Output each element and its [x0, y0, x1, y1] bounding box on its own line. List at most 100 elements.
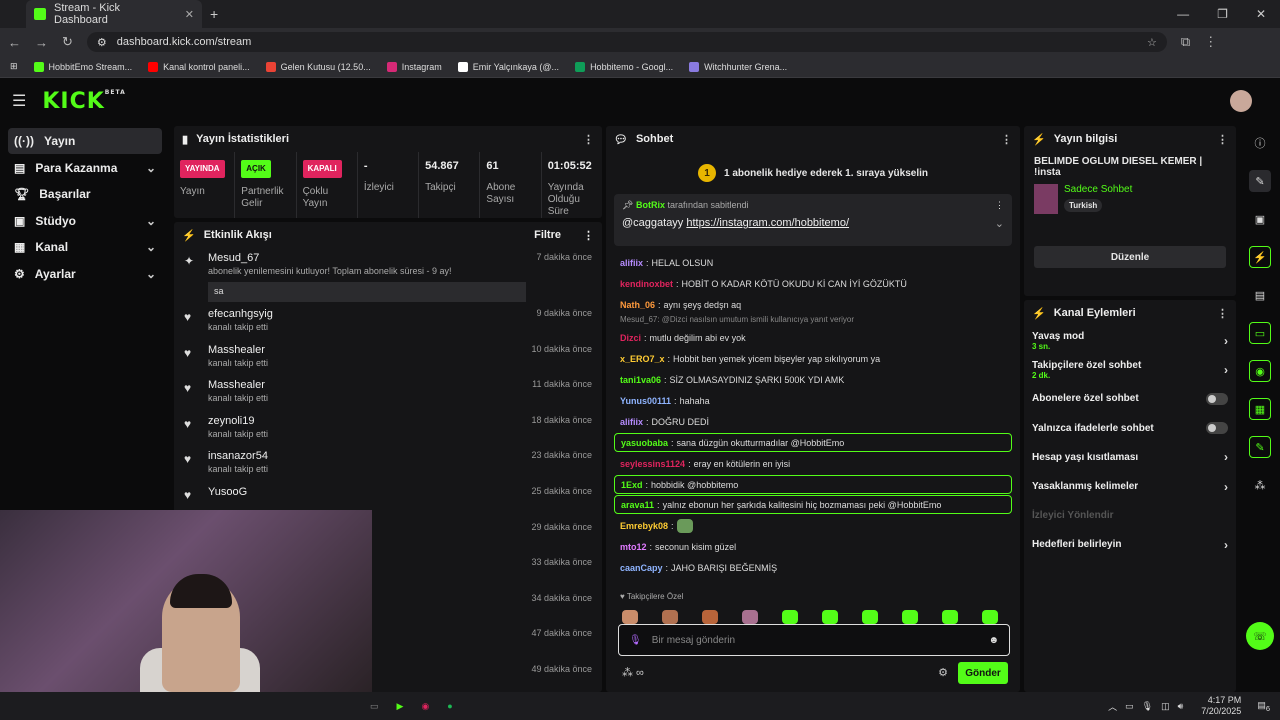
chat-username[interactable]: arava11	[621, 500, 654, 510]
chat-input[interactable]: 🎙︎ Bir mesaj gönderin ☻	[618, 624, 1010, 656]
close-window-icon[interactable]: ✕	[1256, 7, 1266, 21]
document-icon[interactable]: ▤	[1249, 284, 1271, 306]
channel-action-1[interactable]: Takipçilere özel sohbet 2 dk. ›	[1024, 355, 1236, 384]
back-icon[interactable]: ←	[8, 35, 21, 50]
menu-icon[interactable]: ⋮	[1204, 34, 1217, 50]
more-options-icon[interactable]: ⋮	[1001, 133, 1012, 146]
chat-settings-icon[interactable]: ⚙	[938, 666, 948, 679]
sidebar-item-yayin[interactable]: ((·)) Yayın	[8, 128, 162, 154]
pinned-message[interactable]: 📌︎ BotRix tarafından sabitlendi ⋮ @caggat…	[614, 194, 1012, 246]
more-options-icon[interactable]: ⋮	[583, 229, 594, 242]
share-icon[interactable]: ⁂	[1249, 474, 1271, 496]
mic-icon[interactable]: 🎙︎	[1142, 701, 1153, 712]
sidebar-item-studyo[interactable]: ▣ Stüdyo ⌄	[8, 208, 162, 234]
toggle-switch[interactable]	[1206, 392, 1228, 405]
chat-username[interactable]: 1Exd	[621, 480, 643, 490]
bookmark-6[interactable]: Witchhunter Grena...	[689, 61, 787, 72]
channel-action-0[interactable]: Yavaş mod 3 sn. ›	[1024, 326, 1236, 355]
wrench-icon[interactable]: ✎	[1249, 436, 1271, 458]
emote[interactable]	[902, 610, 918, 624]
chat-message[interactable]: Yunus00111: hahaha	[614, 390, 1012, 411]
network-icon[interactable]: ◫	[1161, 701, 1170, 712]
pinned-link[interactable]: https://instagram.com/hobbitemo/	[686, 217, 849, 229]
apps-icon[interactable]: ⊞	[10, 61, 18, 72]
chat-icon[interactable]: ▭	[1249, 322, 1271, 344]
mic-icon[interactable]: 🎙︎	[629, 635, 642, 646]
info-icon[interactable]: ⓘ	[1249, 132, 1271, 154]
sidebar-item-para-kazanma[interactable]: ▤ Para Kazanma ⌄	[8, 155, 162, 181]
battery-icon[interactable]: ▭	[1125, 701, 1134, 712]
emote[interactable]	[862, 610, 878, 624]
forward-icon[interactable]: →	[35, 35, 48, 50]
emote[interactable]	[782, 610, 798, 624]
chat-message[interactable]: alifiix: HELAL OLSUN	[614, 252, 1012, 273]
chat-message[interactable]: yasuobaba: sana düzgün okutturmadılar @Ho…	[614, 433, 1012, 452]
more-options-icon[interactable]: ⋮	[583, 133, 594, 146]
emote[interactable]	[622, 610, 638, 624]
more-options-icon[interactable]: ⋮	[1217, 307, 1228, 320]
channel-action-5[interactable]: Yasaklanmış kelimeler ›	[1024, 472, 1236, 501]
channel-action-3[interactable]: Yalnızca ifadelerle sohbet	[1024, 414, 1236, 443]
tray-chevron-icon[interactable]: ︿	[1108, 700, 1117, 713]
chat-username[interactable]: alifiix	[620, 417, 643, 427]
chat-message[interactable]: Dizci: mutlu değilim abi ev yok	[614, 327, 1012, 348]
chat-message[interactable]: alifiix: DOĞRU DEDİ	[614, 411, 1012, 432]
chat-message[interactable]: tani1va06: SİZ OLMASAYDINIZ ŞARKI 500K YD…	[614, 369, 1012, 390]
layout-icon[interactable]: ▦	[1249, 398, 1271, 420]
chat-username[interactable]: Emrebyk08	[620, 521, 668, 531]
bookmark-0[interactable]: HobbitEmo Stream...	[33, 61, 132, 72]
chat-message[interactable]: Nath_06: aynı şeyş dedşn aq	[614, 294, 1012, 315]
chat-username[interactable]: Nath_06	[620, 300, 655, 310]
pencil-icon[interactable]: ✎	[1249, 170, 1271, 192]
emoji-icon[interactable]: ☻	[988, 635, 999, 646]
chat-message[interactable]: 1Exd: hobbidik @hobbitemo	[614, 475, 1012, 494]
close-tab-icon[interactable]: ✕	[185, 8, 194, 21]
chat-username[interactable]: alifiix	[620, 258, 643, 268]
sidebar-item-kanal[interactable]: ▦ Kanal ⌄	[8, 234, 162, 260]
chat-username[interactable]: tani1va06	[620, 375, 661, 385]
bookmark-3[interactable]: Instagram	[386, 61, 442, 72]
taskbar-app-icon[interactable]: ▭	[370, 701, 379, 712]
chat-message[interactable]: kendinoxbet: HOBİT O KADAR KÖTÜ OKUDU Kİ …	[614, 273, 1012, 294]
extensions-icon[interactable]: ⧉	[1181, 34, 1190, 50]
unpin-icon[interactable]: ⋮	[995, 200, 1004, 211]
gift-sub-banner[interactable]: 11 abonelik hediye ederek 1. sıraya yüks…	[606, 152, 1020, 194]
chat-username[interactable]: kendinoxbet	[620, 279, 673, 289]
chat-username[interactable]: seylessins1124	[620, 459, 685, 469]
more-options-icon[interactable]: ⋮	[1217, 133, 1228, 146]
sidebar-item-ayarlar[interactable]: ⚙ Ayarlar ⌄	[8, 261, 162, 287]
chat-message[interactable]: x_ERO7_x: Hobbit ben yemek yicem bişeyler…	[614, 348, 1012, 369]
kick-logo[interactable]: KICKBETA	[42, 89, 125, 114]
url-input[interactable]: ⚙ dashboard.kick.com/stream ☆	[86, 32, 1167, 52]
bookmark-2[interactable]: Gelen Kutusu (12.50...	[265, 61, 371, 72]
emote[interactable]	[742, 610, 758, 624]
spotify-icon[interactable]: ●	[447, 701, 452, 712]
sidebar-item-basarilar[interactable]: 🏆︎ Başarılar	[8, 181, 162, 207]
chat-username[interactable]: Yunus00111	[620, 396, 671, 406]
bookmark-4[interactable]: Emir Yalçınkaya (@...	[457, 61, 559, 72]
bookmark-star-icon[interactable]: ☆	[1147, 36, 1157, 49]
chat-username[interactable]: Dizci	[620, 333, 641, 343]
volume-icon[interactable]: 🔊︎	[1178, 701, 1184, 712]
bookmark-5[interactable]: Hobbitemo - Googl...	[575, 61, 673, 72]
minimize-icon[interactable]: —	[1177, 7, 1189, 21]
bookmark-1[interactable]: Kanal kontrol paneli...	[148, 61, 250, 72]
send-button[interactable]: Gönder	[958, 662, 1008, 684]
channel-action-7[interactable]: Hedefleri belirleyin ›	[1024, 530, 1236, 559]
taskbar-app-icon[interactable]: ▶	[397, 701, 404, 712]
toggle-switch[interactable]	[1206, 422, 1228, 435]
emote[interactable]	[822, 610, 838, 624]
clock[interactable]: 4:17 PM 7/20/2025	[1201, 695, 1241, 717]
broadcast-icon[interactable]: ◉	[1249, 360, 1271, 382]
emote[interactable]	[942, 610, 958, 624]
new-tab-icon[interactable]: +	[210, 6, 218, 22]
restore-icon[interactable]: ❐	[1217, 7, 1228, 21]
chat-message[interactable]: mto12: seconun kisim güzel	[614, 536, 1012, 557]
camera-icon[interactable]: ▣	[1249, 208, 1271, 230]
filter-button[interactable]: Filtre	[534, 229, 561, 241]
chat-username[interactable]: x_ERO7_x	[620, 354, 665, 364]
chat-message[interactable]: seylessins1124: eray en kötülerin en iyis…	[614, 453, 1012, 474]
hamburger-menu-icon[interactable]: ☰	[12, 91, 26, 111]
chat-username[interactable]: yasuobaba	[621, 438, 668, 448]
emote[interactable]	[662, 610, 678, 624]
